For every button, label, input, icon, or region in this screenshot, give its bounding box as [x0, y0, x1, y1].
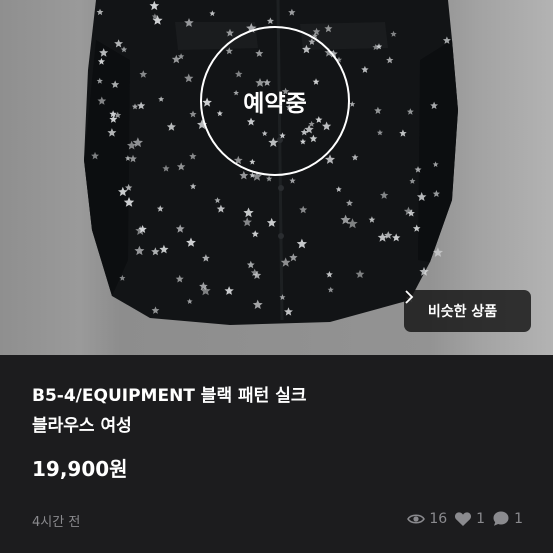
product-title-line-1: B5-4/EQUIPMENT 블랙 패턴 실크 [32, 386, 307, 406]
similar-products-label: 비슷한 상품 [427, 304, 498, 320]
similar-products-button[interactable]: 비슷한 상품 [404, 290, 531, 332]
product-price: 19,900원 [32, 457, 128, 481]
chat-bubble-icon [492, 510, 510, 527]
views-stat: 16 [407, 511, 447, 527]
product-title-line-2: 블라우스 여성 [32, 416, 132, 436]
product-info: B5-4/EQUIPMENT 블랙 패턴 실크 블라우스 여성 19,900원 … [0, 355, 553, 553]
posted-time: 4시간 전 [32, 515, 81, 530]
product-title[interactable]: B5-4/EQUIPMENT 블랙 패턴 실크 블라우스 여성 [32, 381, 512, 441]
reserved-label: 예약중 [243, 91, 307, 117]
chats-stat: 1 [492, 510, 523, 527]
product-stats: 16 1 1 [407, 510, 523, 527]
product-image[interactable]: 예약중 비슷한 상품 [0, 0, 553, 355]
likes-stat: 1 [454, 511, 485, 527]
eye-icon [407, 512, 426, 526]
chats-count: 1 [514, 510, 523, 527]
product-card[interactable]: 예약중 비슷한 상품 B5-4/EQUIPMENT 블랙 패턴 실크 블라우스 … [0, 0, 553, 553]
reserved-badge: 예약중 [200, 26, 350, 176]
views-count: 16 [429, 510, 448, 527]
likes-count: 1 [476, 510, 486, 527]
heart-icon [454, 511, 472, 527]
